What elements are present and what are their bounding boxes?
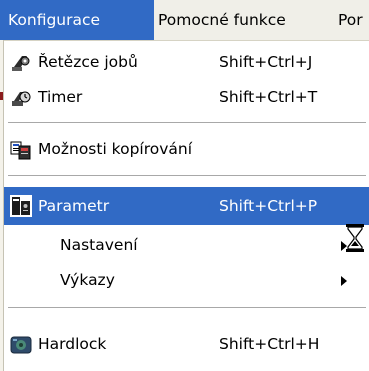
menu-item-label: Parametr [38, 197, 110, 215]
menu-item-timer[interactable]: Timer Shift+Ctrl+T [4, 80, 369, 115]
menu-item-hardlock[interactable]: Hardlock Shift+Ctrl+H [4, 319, 369, 369]
menu-item-nastaveni[interactable]: Nastavení [4, 228, 369, 263]
edge-marker [0, 92, 3, 100]
submenu-arrow-icon [341, 276, 347, 286]
menu-item-shortcut: Shift+Ctrl+H [219, 335, 320, 353]
chain-jobs-icon [12, 56, 30, 71]
konfigurace-dropdown-menu: Řetězce jobů Shift+Ctrl+J Timer Shift+Ct… [4, 41, 369, 371]
menu-item-vykazy[interactable]: Výkazy [4, 263, 369, 298]
menu-item-label: Timer [38, 88, 83, 106]
menubar-item-pomocne-funkce[interactable]: Pomocné funkce [150, 0, 286, 40]
menu-item-retezce-jobu[interactable]: Řetězce jobů Shift+Ctrl+J [4, 45, 369, 80]
parameter-icon [10, 195, 32, 217]
menu-item-shortcut: Shift+Ctrl+P [219, 197, 318, 215]
menu-item-label: Hardlock [38, 335, 107, 353]
menubar-item-konfigurace[interactable]: Konfigurace [0, 0, 154, 40]
menu-item-shortcut: Shift+Ctrl+T [219, 88, 318, 106]
menu-item-label: Nastavení [60, 236, 138, 254]
copy-options-icon [10, 141, 31, 160]
timer-icon [12, 91, 31, 106]
menubar: Konfigurace Pomocné funkce Por [0, 0, 369, 41]
menubar-item-por[interactable]: Por [330, 0, 363, 40]
menu-item-label: Výkazy [60, 271, 115, 289]
menu-item-shortcut: Shift+Ctrl+J [219, 53, 313, 71]
menu-separator [8, 122, 366, 124]
menu-item-parametr[interactable]: Parametr Shift+Ctrl+P [4, 187, 369, 225]
menu-separator [8, 307, 366, 309]
menu-item-label: Možnosti kopírování [38, 140, 193, 158]
menu-item-label: Řetězce jobů [38, 53, 138, 71]
hardlock-icon [10, 336, 32, 354]
menu-separator [8, 175, 366, 177]
menu-item-moznosti-kopirovani[interactable]: Možnosti kopírování [4, 132, 369, 167]
hourglass-cursor-icon [346, 224, 364, 252]
